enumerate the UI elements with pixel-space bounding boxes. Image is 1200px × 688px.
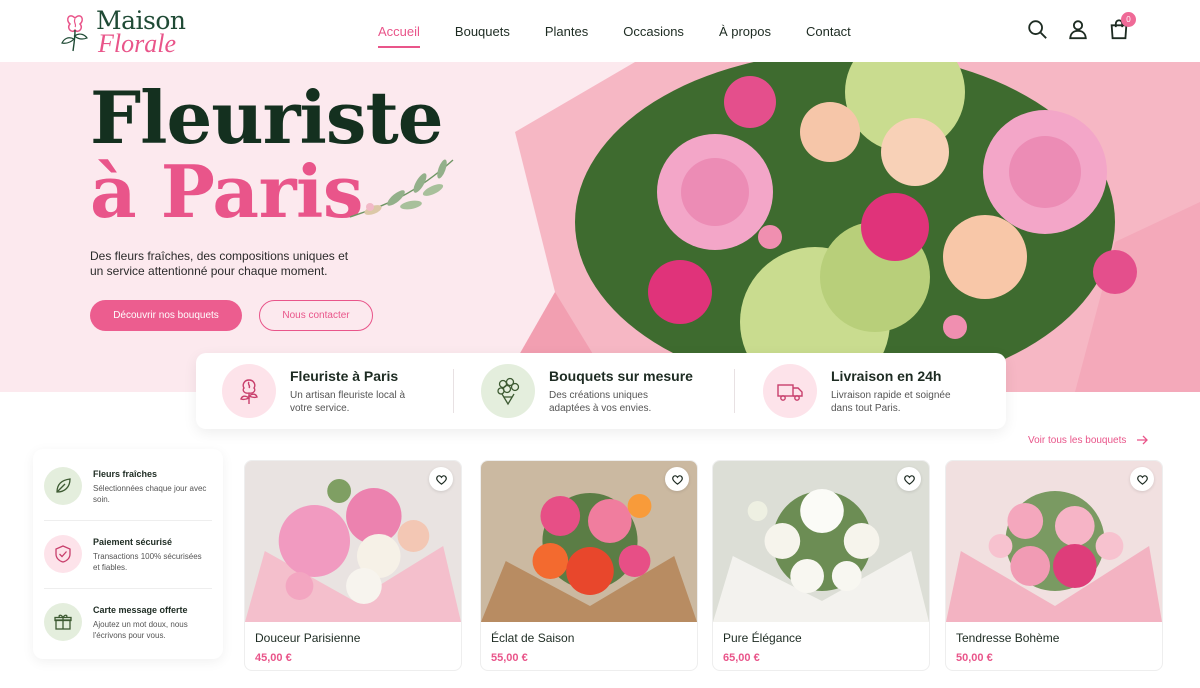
nav-item-bouquets[interactable]: Bouquets bbox=[455, 24, 510, 39]
perk-paiement-securise: Paiement sécurisé Transactions 100% sécu… bbox=[44, 535, 214, 591]
leaf-icon bbox=[56, 478, 71, 493]
see-all-bouquets-link[interactable]: Voir tous les bouquets bbox=[1028, 434, 1149, 446]
product-name: Éclat de Saison bbox=[491, 631, 575, 645]
rose-icon bbox=[240, 379, 258, 404]
product-card-tendresse-boheme[interactable]: Tendresse Bohème 50,00 € bbox=[945, 460, 1163, 671]
perk-title: Fleurs fraîches bbox=[93, 469, 158, 479]
heart-icon bbox=[671, 474, 683, 485]
contact-us-button[interactable]: Nous contacter bbox=[259, 300, 373, 331]
product-card-pure-elegance[interactable]: Pure Élégance 65,00 € bbox=[712, 460, 930, 671]
product-image bbox=[946, 461, 1162, 622]
heart-icon bbox=[435, 474, 447, 485]
search-icon bbox=[1028, 20, 1047, 39]
product-name: Douceur Parisienne bbox=[255, 631, 361, 645]
leaf-sprig-icon bbox=[349, 159, 454, 218]
product-price: 55,00 € bbox=[491, 652, 528, 664]
hero-bouquet-image bbox=[515, 62, 1200, 392]
product-image bbox=[481, 461, 697, 622]
product-name: Tendresse Bohème bbox=[956, 631, 1060, 645]
favorite-button[interactable] bbox=[665, 467, 689, 491]
perk-fleurs-fraiches: Fleurs fraîches Sélectionnées chaque jou… bbox=[44, 467, 214, 523]
feature-strip: Fleuriste à Paris Un artisan fleuriste l… bbox=[196, 353, 1006, 429]
cart-button[interactable]: 0 bbox=[1108, 12, 1136, 42]
feature-desc: Des créations uniques adaptées à vos env… bbox=[549, 390, 652, 414]
nav-item-accueil[interactable]: Accueil bbox=[378, 24, 420, 48]
perk-desc: Transactions 100% sécurisées et fiables. bbox=[93, 552, 202, 572]
perk-icon-circle bbox=[44, 535, 82, 573]
see-all-label: Voir tous les bouquets bbox=[1028, 434, 1127, 446]
perk-desc: Ajoutez un mot doux, nous l'écrivons pou… bbox=[93, 620, 188, 640]
perk-icon-circle bbox=[44, 467, 82, 505]
product-name: Pure Élégance bbox=[723, 631, 802, 645]
product-card-eclat-de-saison[interactable]: Éclat de Saison 55,00 € bbox=[480, 460, 698, 671]
feature-title: Fleuriste à Paris bbox=[290, 368, 399, 384]
product-price: 45,00 € bbox=[255, 652, 292, 664]
nav-item-a-propos[interactable]: À propos bbox=[719, 24, 771, 39]
perk-divider bbox=[44, 520, 212, 521]
feature-bouquets-sur-mesure: Bouquets sur mesure Des créations unique… bbox=[481, 364, 693, 418]
perk-desc: Sélectionnées chaque jour avec soin. bbox=[93, 484, 207, 504]
product-image bbox=[713, 461, 929, 622]
header-actions: 0 bbox=[1026, 12, 1149, 42]
perks-panel: Fleurs fraîches Sélectionnées chaque jou… bbox=[33, 449, 223, 659]
perk-title: Carte message offerte bbox=[93, 605, 188, 615]
heart-icon bbox=[903, 474, 915, 485]
product-image bbox=[245, 461, 461, 622]
favorite-button[interactable] bbox=[897, 467, 921, 491]
nav-item-plantes[interactable]: Plantes bbox=[545, 24, 588, 39]
feature-desc: Un artisan fleuriste local à votre servi… bbox=[290, 390, 406, 414]
search-button[interactable] bbox=[1026, 18, 1048, 42]
hero-banner: Fleuriste à Paris Des fleurs fraîches, d… bbox=[0, 62, 1200, 392]
nav-item-contact[interactable]: Contact bbox=[806, 24, 851, 39]
product-price: 50,00 € bbox=[956, 652, 993, 664]
feature-title: Bouquets sur mesure bbox=[549, 368, 693, 384]
perk-title: Paiement sécurisé bbox=[93, 537, 173, 547]
favorite-button[interactable] bbox=[429, 467, 453, 491]
top-navigation: Maison Florale Accueil Bouquets Plantes … bbox=[0, 0, 1200, 62]
perk-divider bbox=[44, 588, 212, 589]
perk-carte-message: Carte message offerte Ajoutez un mot dou… bbox=[44, 603, 214, 659]
bouquet-icon bbox=[497, 377, 520, 406]
shield-check-icon bbox=[55, 545, 71, 563]
feature-icon-circle bbox=[763, 364, 817, 418]
rose-logo-icon bbox=[61, 15, 88, 52]
discover-bouquets-button[interactable]: Découvrir nos bouquets bbox=[90, 300, 242, 331]
hero-title-line1: Fleuriste bbox=[90, 75, 444, 160]
heart-icon bbox=[1136, 474, 1148, 485]
user-icon bbox=[1069, 20, 1087, 40]
brand-name-line2: Florale bbox=[98, 29, 176, 58]
arrow-right-icon bbox=[1137, 435, 1149, 445]
nav-item-occasions[interactable]: Occasions bbox=[623, 24, 684, 39]
feature-title: Livraison en 24h bbox=[831, 368, 942, 384]
feature-livraison: Livraison en 24h Livraison rapide et soi… bbox=[763, 364, 961, 418]
perk-icon-circle bbox=[44, 603, 82, 641]
feature-icon-circle bbox=[481, 364, 535, 418]
feature-fleuriste: Fleuriste à Paris Un artisan fleuriste l… bbox=[222, 364, 420, 418]
cart-count-badge: 0 bbox=[1121, 12, 1136, 27]
product-price: 65,00 € bbox=[723, 652, 760, 664]
feature-divider bbox=[453, 369, 454, 413]
feature-icon-circle bbox=[222, 364, 276, 418]
delivery-truck-icon bbox=[777, 384, 803, 401]
hero-subtitle: Des fleurs fraîches, des compositions un… bbox=[90, 249, 349, 278]
favorite-button[interactable] bbox=[1130, 467, 1154, 491]
brand-logo[interactable]: Maison Florale bbox=[60, 8, 186, 58]
feature-divider bbox=[734, 369, 735, 413]
product-card-douceur-parisienne[interactable]: Douceur Parisienne 45,00 € bbox=[244, 460, 462, 671]
gift-icon bbox=[54, 614, 72, 630]
account-button[interactable] bbox=[1067, 18, 1089, 42]
main-menu: Accueil Bouquets Plantes Occasions À pro… bbox=[378, 0, 886, 62]
feature-desc: Livraison rapide et soignée dans tout Pa… bbox=[831, 390, 951, 414]
